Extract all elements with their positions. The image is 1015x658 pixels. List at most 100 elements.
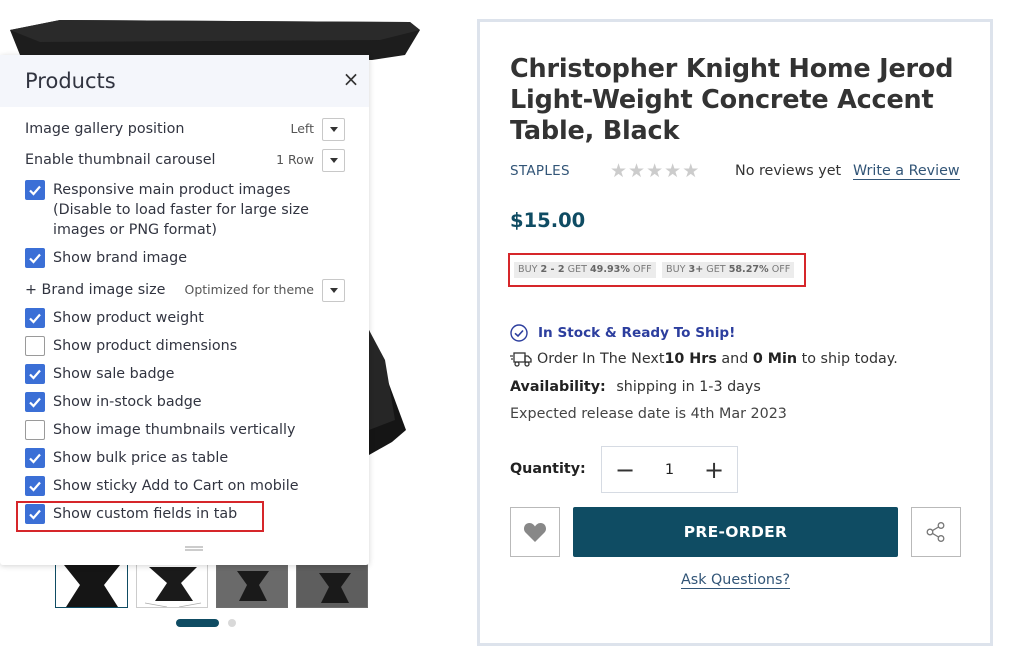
dropdown-button[interactable] [322,148,345,172]
close-icon[interactable]: × [341,67,361,91]
bulk-price-tier: BUY 2 - 2 GET 49.93% OFF [514,262,656,278]
release-date: Expected release date is 4th Mar 2023 [510,406,787,422]
checkbox-checked[interactable] [25,248,45,268]
highlight-box [16,501,264,532]
write-review-link[interactable]: Write a Review [853,163,960,180]
setting-label: + Brand image size [25,282,166,298]
chevron-down-icon [329,157,338,163]
brand-link[interactable]: STAPLES [510,163,570,179]
check-icon [29,369,41,380]
setting-label: Responsive main product images (Disable … [53,182,309,238]
show-product-dimensions-row[interactable]: Show product dimensions [25,336,345,356]
star-icon: ★ [646,160,664,182]
bulk-pricing: BUY 2 - 2 GET 49.93% OFF BUY 3+ GET 58.2… [508,253,806,287]
checkbox-checked[interactable] [25,308,45,328]
responsive-images-row[interactable]: Responsive main product images (Disable … [25,180,345,240]
quantity-increase-button[interactable]: + [691,447,737,492]
check-icon [29,453,41,464]
checkbox-checked[interactable] [25,448,45,468]
setting-label: Show sale badge [53,366,175,382]
checkbox-unchecked[interactable] [25,420,45,440]
show-brand-image-row[interactable]: Show brand image [25,248,345,268]
thumbnail-2[interactable] [136,560,208,608]
show-bulk-price-table-row[interactable]: Show bulk price as table [25,448,345,468]
setting-value[interactable]: Optimized for theme [185,280,315,300]
thumbnail-1[interactable] [55,560,128,608]
chevron-down-icon [329,287,338,293]
check-circle-icon [510,324,528,342]
bulk-price-tier: BUY 3+ GET 58.27% OFF [662,262,795,278]
ship-text: and [716,351,753,367]
carousel-dot[interactable] [228,619,236,627]
carousel-dots [176,619,236,627]
setting-label: Show product dimensions [53,338,238,354]
products-settings-panel: Products × Image gallery position Left E… [0,55,369,565]
setting-label: Enable thumbnail carousel [25,152,216,168]
brand-image-size-row: + Brand image size Optimized for theme [25,278,345,302]
setting-label: Show sticky Add to Cart on mobile [53,478,299,494]
show-instock-badge-row[interactable]: Show in-stock badge [25,392,345,412]
setting-value[interactable]: 1 Row [276,150,314,170]
setting-label: Show brand image [53,250,188,266]
show-sticky-cart-row[interactable]: Show sticky Add to Cart on mobile [25,476,345,496]
rating-stars: ★ ★ ★ ★ ★ [610,161,699,181]
shipping-countdown: Order In The Next 10 Hrs and 0 Min to sh… [510,351,898,367]
availability-label: Availability: [510,379,606,395]
thumbnail-4[interactable] [296,560,368,608]
panel-header: Products × [0,55,369,107]
share-icon [926,522,945,542]
drag-handle-icon[interactable] [185,546,203,551]
check-icon [29,185,41,196]
show-sale-badge-row[interactable]: Show sale badge [25,364,345,384]
star-icon: ★ [610,160,628,182]
share-button[interactable] [911,507,961,557]
carousel-dot-active[interactable] [176,619,219,627]
setting-label: Show in-stock badge [53,394,202,410]
checkbox-unchecked[interactable] [25,336,45,356]
checkbox-checked[interactable] [25,476,45,496]
setting-label: Image gallery position [25,121,185,137]
image-gallery-position-row: Image gallery position Left [25,117,345,141]
check-icon [29,253,41,264]
ship-text: Order In The Next [537,351,665,367]
star-icon: ★ [628,160,646,182]
star-icon: ★ [664,160,682,182]
product-title: Christopher Knight Home Jerod Light-Weig… [510,54,954,146]
setting-label: Show image thumbnails vertically [53,422,296,438]
quantity-label: Quantity: [510,461,586,477]
thumbnail-3[interactable] [216,560,288,608]
dropdown-button[interactable] [322,278,345,302]
check-icon [29,397,41,408]
dropdown-button[interactable] [322,117,345,141]
truck-icon [510,352,532,367]
panel-title: Products [25,69,116,93]
thumbnail-strip [55,560,368,608]
check-icon [29,313,41,324]
product-price: $15.00 [510,209,586,232]
pre-order-button[interactable]: PRE-ORDER [573,507,898,557]
product-details-card: Christopher Knight Home Jerod Light-Weig… [477,19,993,646]
ask-questions-link[interactable]: Ask Questions? [681,572,791,589]
wishlist-button[interactable] [510,507,560,557]
quantity-decrease-button[interactable]: − [602,447,648,492]
quantity-input[interactable] [648,461,691,478]
heart-icon [523,523,547,542]
checkbox-checked[interactable] [25,392,45,412]
setting-label: Show product weight [53,310,204,326]
no-reviews-text: No reviews yet [735,163,842,179]
availability: Availability: shipping in 1-3 days [510,379,761,395]
check-icon [29,481,41,492]
chevron-down-icon [329,126,338,132]
setting-value[interactable]: Left [290,119,314,139]
checkbox-checked[interactable] [25,364,45,384]
show-product-weight-row[interactable]: Show product weight [25,308,345,328]
checkbox-checked[interactable] [25,180,45,200]
stock-text: In Stock & Ready To Ship! [538,325,736,341]
ship-text: to ship today. [797,351,898,367]
stock-status: In Stock & Ready To Ship! [510,324,735,342]
quantity-stepper: − + [601,446,738,493]
setting-label: Show bulk price as table [53,450,229,466]
show-thumbnails-vertical-row[interactable]: Show image thumbnails vertically [25,420,345,440]
star-icon: ★ [682,160,700,182]
thumbnail-carousel-row: Enable thumbnail carousel 1 Row [25,148,345,172]
